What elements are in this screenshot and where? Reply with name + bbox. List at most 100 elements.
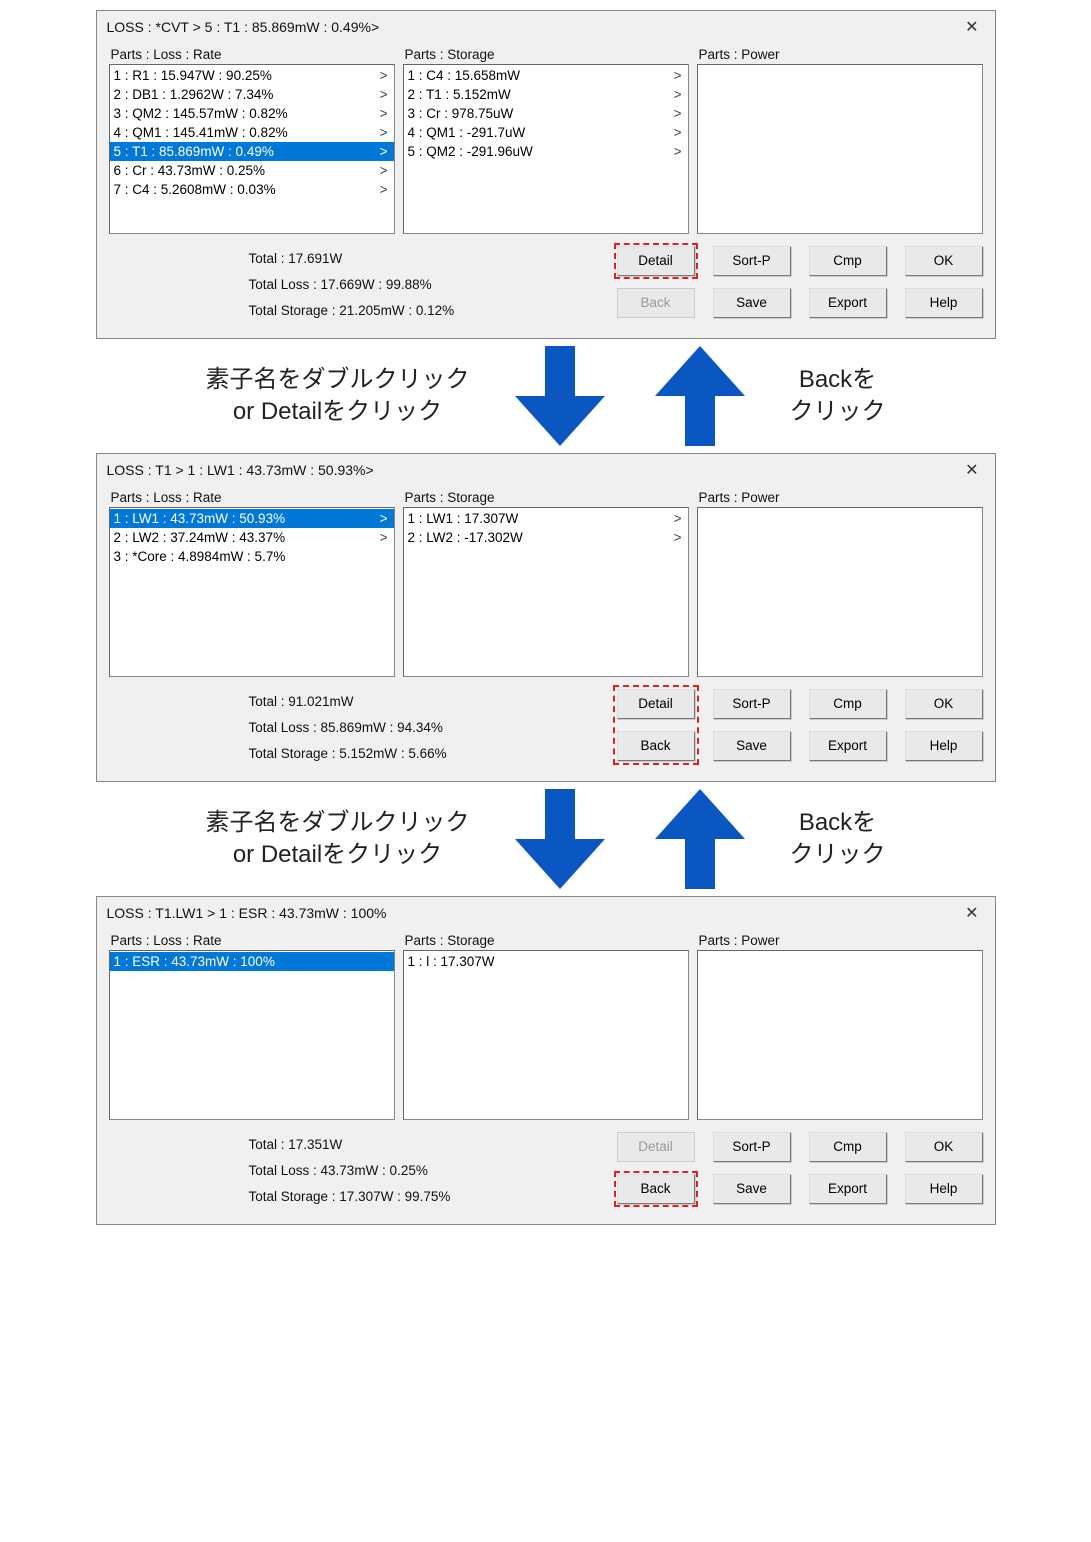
save-button[interactable]: Save: [713, 731, 791, 761]
annotation-row-1: 素子名をダブルクリックor Detailをクリック Backをクリック: [10, 341, 1081, 451]
ok-button[interactable]: OK: [905, 1132, 983, 1162]
list-item[interactable]: 4 : QM1 : -291.7uW>: [404, 123, 688, 142]
close-icon[interactable]: ✕: [959, 17, 984, 37]
list-item[interactable]: 3 : QM2 : 145.57mW : 0.82%>: [110, 104, 394, 123]
dialog-title: LOSS : *CVT > 5 : T1 : 85.869mW : 0.49%>: [107, 19, 380, 35]
export-button[interactable]: Export: [809, 731, 887, 761]
loss-listbox[interactable]: 1 : LW1 : 43.73mW : 50.93% >2 : LW2 : 37.…: [109, 507, 395, 677]
sortp-button[interactable]: Sort-P: [713, 246, 791, 276]
arrow-up-icon: [650, 784, 750, 894]
list-item-text: 1 : LW1 : 17.307W: [408, 509, 519, 528]
list-item[interactable]: 3 : Cr : 978.75uW >: [404, 104, 688, 123]
list-item[interactable]: 1 : C4 : 15.658mW >: [404, 66, 688, 85]
arrow-up-icon: [650, 341, 750, 451]
dialog-header: LOSS : *CVT > 5 : T1 : 85.869mW : 0.49%>…: [97, 11, 995, 43]
power-listbox[interactable]: [697, 950, 983, 1120]
export-button[interactable]: Export: [809, 1174, 887, 1204]
list-item[interactable]: 7 : C4 : 5.2608mW : 0.03%>: [110, 180, 394, 199]
chevron-right-icon: >: [674, 85, 682, 104]
help-button[interactable]: Help: [905, 1174, 983, 1204]
list-item-text: 2 : T1 : 5.152mW: [408, 85, 511, 104]
chevron-right-icon: >: [380, 66, 388, 85]
ok-button[interactable]: OK: [905, 246, 983, 276]
chevron-right-icon: >: [380, 161, 388, 180]
loss-listbox[interactable]: 1 : R1 : 15.947W : 90.25% >2 : DB1 : 1.29…: [109, 64, 395, 234]
save-button[interactable]: Save: [713, 1174, 791, 1204]
back-button[interactable]: Back: [617, 1174, 695, 1204]
export-button[interactable]: Export: [809, 288, 887, 318]
detail-button[interactable]: Detail: [617, 689, 695, 719]
col-label-loss: Parts : Loss : Rate: [111, 490, 395, 505]
chevron-right-icon: >: [674, 142, 682, 161]
list-item-text: 3 : *Core : 4.8984mW : 5.7%: [114, 547, 286, 566]
power-listbox[interactable]: [697, 64, 983, 234]
list-item-text: 3 : Cr : 978.75uW: [408, 104, 514, 123]
ok-button[interactable]: OK: [905, 689, 983, 719]
list-item-text: 1 : LW1 : 43.73mW : 50.93%: [114, 509, 286, 528]
list-item-text: 1 : R1 : 15.947W : 90.25%: [114, 66, 272, 85]
list-item[interactable]: 2 : LW2 : -17.302W>: [404, 528, 688, 547]
col-label-storage: Parts : Storage: [405, 47, 689, 62]
list-item[interactable]: 1 : ESR : 43.73mW : 100%: [110, 952, 394, 971]
storage-listbox[interactable]: 1 : l : 17.307W: [403, 950, 689, 1120]
arrow-down-icon: [510, 784, 610, 894]
annotation-up-right: Backをクリック: [790, 364, 886, 429]
list-item[interactable]: 6 : Cr : 43.73mW : 0.25%>: [110, 161, 394, 180]
cmp-button[interactable]: Cmp: [809, 1132, 887, 1162]
dialog-header: LOSS : T1.LW1 > 1 : ESR : 43.73mW : 100%…: [97, 897, 995, 929]
list-item[interactable]: 1 : LW1 : 43.73mW : 50.93% >: [110, 509, 394, 528]
back-button[interactable]: Back: [617, 731, 695, 761]
cmp-button[interactable]: Cmp: [809, 689, 887, 719]
annotation-up-right: Backをクリック: [790, 807, 886, 872]
col-label-loss: Parts : Loss : Rate: [111, 47, 395, 62]
total-loss-line: Total Loss : 17.669W : 99.88%: [249, 272, 617, 298]
chevron-right-icon: >: [674, 104, 682, 123]
close-icon[interactable]: ✕: [959, 460, 984, 480]
sortp-button[interactable]: Sort-P: [713, 689, 791, 719]
chevron-right-icon: >: [674, 66, 682, 85]
list-item[interactable]: 2 : LW2 : 37.24mW : 43.37%>: [110, 528, 394, 547]
list-item-text: 4 : QM1 : -291.7uW: [408, 123, 526, 142]
chevron-right-icon: >: [380, 180, 388, 199]
detail-button[interactable]: Detail: [617, 246, 695, 276]
help-button[interactable]: Help: [905, 731, 983, 761]
dialog-title: LOSS : T1.LW1 > 1 : ESR : 43.73mW : 100%: [107, 905, 387, 921]
storage-listbox[interactable]: 1 : C4 : 15.658mW >2 : T1 : 5.152mW >3 : C…: [403, 64, 689, 234]
annotation-text: Backをクリック: [790, 364, 886, 429]
annotation-down-left: 素子名をダブルクリックor Detailをクリック: [206, 807, 470, 872]
chevron-right-icon: >: [380, 104, 388, 123]
help-button[interactable]: Help: [905, 288, 983, 318]
list-item-text: 1 : C4 : 15.658mW: [408, 66, 521, 85]
loss-listbox[interactable]: 1 : ESR : 43.73mW : 100%: [109, 950, 395, 1120]
list-item-text: 5 : QM2 : -291.96uW: [408, 142, 533, 161]
col-label-power: Parts : Power: [699, 933, 983, 948]
col-label-storage: Parts : Storage: [405, 933, 689, 948]
list-item-text: 1 : l : 17.307W: [408, 952, 495, 971]
list-item[interactable]: 5 : QM2 : -291.96uW >: [404, 142, 688, 161]
list-item[interactable]: 5 : T1 : 85.869mW : 0.49%>: [110, 142, 394, 161]
list-item[interactable]: 4 : QM1 : 145.41mW : 0.82%>: [110, 123, 394, 142]
sortp-button[interactable]: Sort-P: [713, 1132, 791, 1162]
list-item[interactable]: 1 : l : 17.307W: [404, 952, 688, 971]
power-listbox[interactable]: [697, 507, 983, 677]
loss-dialog-2: LOSS : T1 > 1 : LW1 : 43.73mW : 50.93%> …: [96, 453, 996, 782]
cmp-button[interactable]: Cmp: [809, 246, 887, 276]
button-grid: Detail Back Sort-P Cmp OK Save Export Help: [617, 689, 983, 767]
list-item[interactable]: 2 : T1 : 5.152mW >: [404, 85, 688, 104]
list-item[interactable]: 3 : *Core : 4.8984mW : 5.7%: [110, 547, 394, 566]
chevron-right-icon: >: [380, 509, 388, 528]
save-button[interactable]: Save: [713, 288, 791, 318]
list-item[interactable]: 1 : R1 : 15.947W : 90.25% >: [110, 66, 394, 85]
list-item-text: 1 : ESR : 43.73mW : 100%: [114, 952, 275, 971]
annotation-row-2: 素子名をダブルクリックor Detailをクリック Backをクリック: [10, 784, 1081, 894]
list-item[interactable]: 2 : DB1 : 1.2962W : 7.34%>: [110, 85, 394, 104]
chevron-right-icon: >: [380, 528, 388, 547]
chevron-right-icon: >: [380, 123, 388, 142]
total-line: Total : 17.691W: [249, 246, 617, 272]
close-icon[interactable]: ✕: [959, 903, 984, 923]
list-item[interactable]: 1 : LW1 : 17.307W>: [404, 509, 688, 528]
col-label-storage: Parts : Storage: [405, 490, 689, 505]
col-label-loss: Parts : Loss : Rate: [111, 933, 395, 948]
storage-listbox[interactable]: 1 : LW1 : 17.307W>2 : LW2 : -17.302W>: [403, 507, 689, 677]
col-label-power: Parts : Power: [699, 47, 983, 62]
